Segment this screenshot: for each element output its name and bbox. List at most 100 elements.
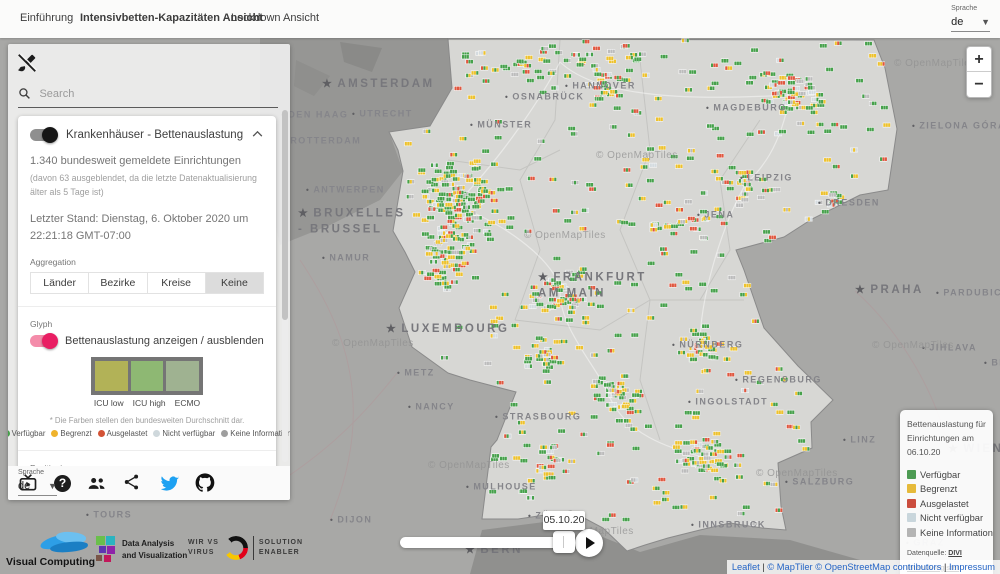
hospital-marker[interactable] — [711, 169, 719, 174]
hospital-marker[interactable] — [829, 193, 837, 198]
hospital-marker[interactable] — [438, 231, 446, 236]
hospital-marker[interactable] — [548, 44, 556, 49]
hospital-marker[interactable] — [751, 319, 759, 324]
team-icon[interactable] — [87, 473, 107, 493]
hospital-marker[interactable] — [819, 43, 827, 48]
hospital-marker[interactable] — [728, 275, 736, 280]
hospital-marker[interactable] — [677, 219, 685, 224]
hospital-marker[interactable] — [539, 450, 547, 455]
hospital-marker[interactable] — [715, 176, 723, 181]
hospital-marker[interactable] — [537, 75, 545, 80]
hospital-marker[interactable] — [850, 174, 858, 179]
hospital-marker[interactable] — [454, 86, 462, 91]
hospital-marker[interactable] — [734, 463, 742, 468]
hospital-marker[interactable] — [743, 283, 751, 288]
hospital-marker[interactable] — [696, 389, 704, 394]
hospital-marker[interactable] — [463, 246, 471, 251]
hospital-marker[interactable] — [524, 63, 532, 68]
hospital-marker[interactable] — [535, 336, 543, 341]
hospital-marker[interactable] — [631, 109, 639, 114]
search-input[interactable] — [39, 88, 259, 100]
hospital-marker[interactable] — [586, 182, 594, 187]
layer-visibility-toggle[interactable] — [30, 129, 57, 141]
hospital-marker[interactable] — [524, 229, 532, 234]
hospital-marker[interactable] — [631, 333, 639, 338]
hospital-marker[interactable] — [590, 415, 598, 420]
hospital-marker[interactable] — [750, 521, 758, 526]
hospital-marker[interactable] — [741, 388, 749, 393]
hospital-marker[interactable] — [608, 513, 616, 518]
hospital-marker[interactable] — [810, 110, 818, 115]
hospital-marker[interactable] — [461, 261, 469, 266]
hospital-marker[interactable] — [543, 59, 551, 64]
hospital-marker[interactable] — [621, 404, 629, 409]
hospital-marker[interactable] — [568, 459, 576, 464]
hospital-marker[interactable] — [711, 342, 719, 347]
hospital-marker[interactable] — [516, 59, 524, 64]
hospital-marker[interactable] — [796, 79, 804, 84]
hospital-marker[interactable] — [596, 96, 604, 101]
hospital-marker[interactable] — [454, 213, 462, 218]
hospital-marker[interactable] — [548, 297, 556, 302]
hospital-marker[interactable] — [437, 196, 445, 201]
hospital-marker[interactable] — [816, 92, 824, 97]
hospital-marker[interactable] — [576, 345, 584, 350]
hospital-marker[interactable] — [499, 456, 507, 461]
hospital-marker[interactable] — [599, 81, 607, 86]
hospital-marker[interactable] — [669, 283, 677, 288]
hospital-marker[interactable] — [658, 146, 666, 151]
hospital-marker[interactable] — [482, 79, 490, 84]
hospital-marker[interactable] — [658, 477, 666, 482]
aggregation-option-3[interactable]: Keine — [206, 272, 264, 294]
hospital-marker[interactable] — [625, 183, 633, 188]
hospital-marker[interactable] — [719, 478, 727, 483]
hospital-marker[interactable] — [534, 156, 542, 161]
hospital-marker[interactable] — [527, 478, 535, 483]
hospital-marker[interactable] — [714, 207, 722, 212]
hospital-marker[interactable] — [638, 196, 646, 201]
hospital-marker[interactable] — [725, 66, 733, 71]
hospital-marker[interactable] — [614, 333, 622, 338]
hospital-marker[interactable] — [699, 282, 707, 287]
hospital-marker[interactable] — [680, 337, 688, 342]
hospital-marker[interactable] — [449, 169, 457, 174]
hospital-marker[interactable] — [540, 445, 548, 450]
hospital-marker[interactable] — [463, 205, 471, 210]
hospital-marker[interactable] — [506, 225, 514, 230]
hospital-marker[interactable] — [565, 318, 573, 323]
hospital-marker[interactable] — [681, 469, 689, 474]
hospital-marker[interactable] — [770, 482, 778, 487]
hospital-marker[interactable] — [588, 285, 596, 290]
hospital-marker[interactable] — [741, 192, 749, 197]
hospital-marker[interactable] — [660, 54, 668, 59]
hospital-marker[interactable] — [461, 54, 469, 59]
hospital-marker[interactable] — [576, 62, 584, 67]
hospital-marker[interactable] — [787, 410, 795, 415]
hospital-marker[interactable] — [679, 69, 687, 74]
hospital-marker[interactable] — [477, 199, 485, 204]
hospital-marker[interactable] — [682, 458, 690, 463]
hospital-marker[interactable] — [783, 207, 791, 212]
hospital-marker[interactable] — [537, 139, 545, 144]
hospital-marker[interactable] — [773, 187, 781, 192]
hospital-marker[interactable] — [647, 261, 655, 266]
hospital-marker[interactable] — [484, 232, 492, 237]
hospital-marker[interactable] — [805, 217, 813, 222]
hospital-marker[interactable] — [582, 315, 590, 320]
hospital-marker[interactable] — [597, 451, 605, 456]
hospital-marker[interactable] — [675, 424, 683, 429]
hospital-marker[interactable] — [592, 46, 600, 51]
hospital-marker[interactable] — [675, 441, 683, 446]
hospital-marker[interactable] — [549, 177, 557, 182]
hospital-marker[interactable] — [463, 217, 471, 222]
hospital-marker[interactable] — [433, 251, 441, 256]
hospital-marker[interactable] — [554, 317, 562, 322]
hospital-marker[interactable] — [530, 285, 538, 290]
hospital-marker[interactable] — [684, 410, 692, 415]
hospital-marker[interactable] — [614, 75, 622, 80]
hospital-marker[interactable] — [434, 274, 442, 279]
hospital-marker[interactable] — [630, 427, 638, 432]
hospital-marker[interactable] — [594, 291, 602, 296]
hospital-marker[interactable] — [586, 52, 594, 57]
hospital-marker[interactable] — [549, 445, 557, 450]
